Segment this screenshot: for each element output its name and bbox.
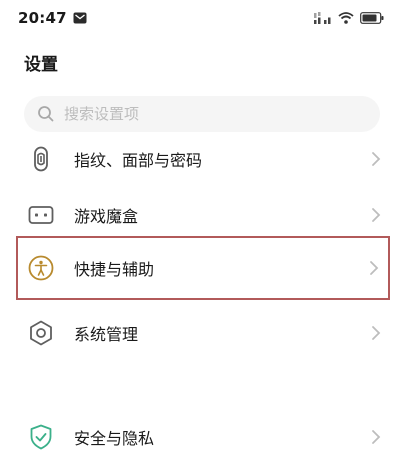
accessibility-icon <box>28 255 54 281</box>
menu-item-label: 系统管理 <box>74 325 139 344</box>
menu-item-label: 指纹、面部与密码 <box>74 151 203 170</box>
chevron-right-icon <box>372 326 381 340</box>
menu-item-security-privacy[interactable]: 安全与隐私 <box>18 408 390 466</box>
chevron-right-icon <box>372 208 381 222</box>
status-right <box>314 8 384 28</box>
menu-item-label: 游戏魔盒 <box>74 207 139 226</box>
chevron-right-icon <box>372 152 381 166</box>
search-input[interactable] <box>62 98 366 130</box>
settings-screen: 20:47 设置 搜索设置项 指纹、面部与密码 游戏魔盒 快捷与辅助 系统管理 … <box>0 0 400 475</box>
chevron-right-icon <box>370 261 379 275</box>
fingerprint-icon <box>28 146 54 172</box>
menu-item-shortcut-accessibility[interactable]: 快捷与辅助 <box>16 236 390 300</box>
menu-item-label: 快捷与辅助 <box>74 260 155 279</box>
menu-item-system-management[interactable]: 系统管理 <box>18 304 390 362</box>
status-time: 20:47 <box>18 9 67 27</box>
menu-item-label: 安全与隐私 <box>74 429 155 448</box>
chevron-right-icon <box>372 430 381 444</box>
search-bar[interactable] <box>24 96 380 132</box>
game-box-icon <box>28 202 54 228</box>
page-title: 设置 <box>24 55 58 75</box>
wifi-icon <box>338 12 354 24</box>
message-icon <box>73 12 87 24</box>
shield-icon <box>28 424 54 450</box>
signal-icon <box>314 12 331 24</box>
status-bar: 20:47 <box>0 0 400 36</box>
menu-item-fingerprint[interactable]: 指纹、面部与密码 <box>18 130 390 188</box>
battery-icon <box>360 12 384 24</box>
search-icon <box>38 106 54 122</box>
system-icon <box>28 320 54 346</box>
status-left: 20:47 <box>18 8 87 28</box>
